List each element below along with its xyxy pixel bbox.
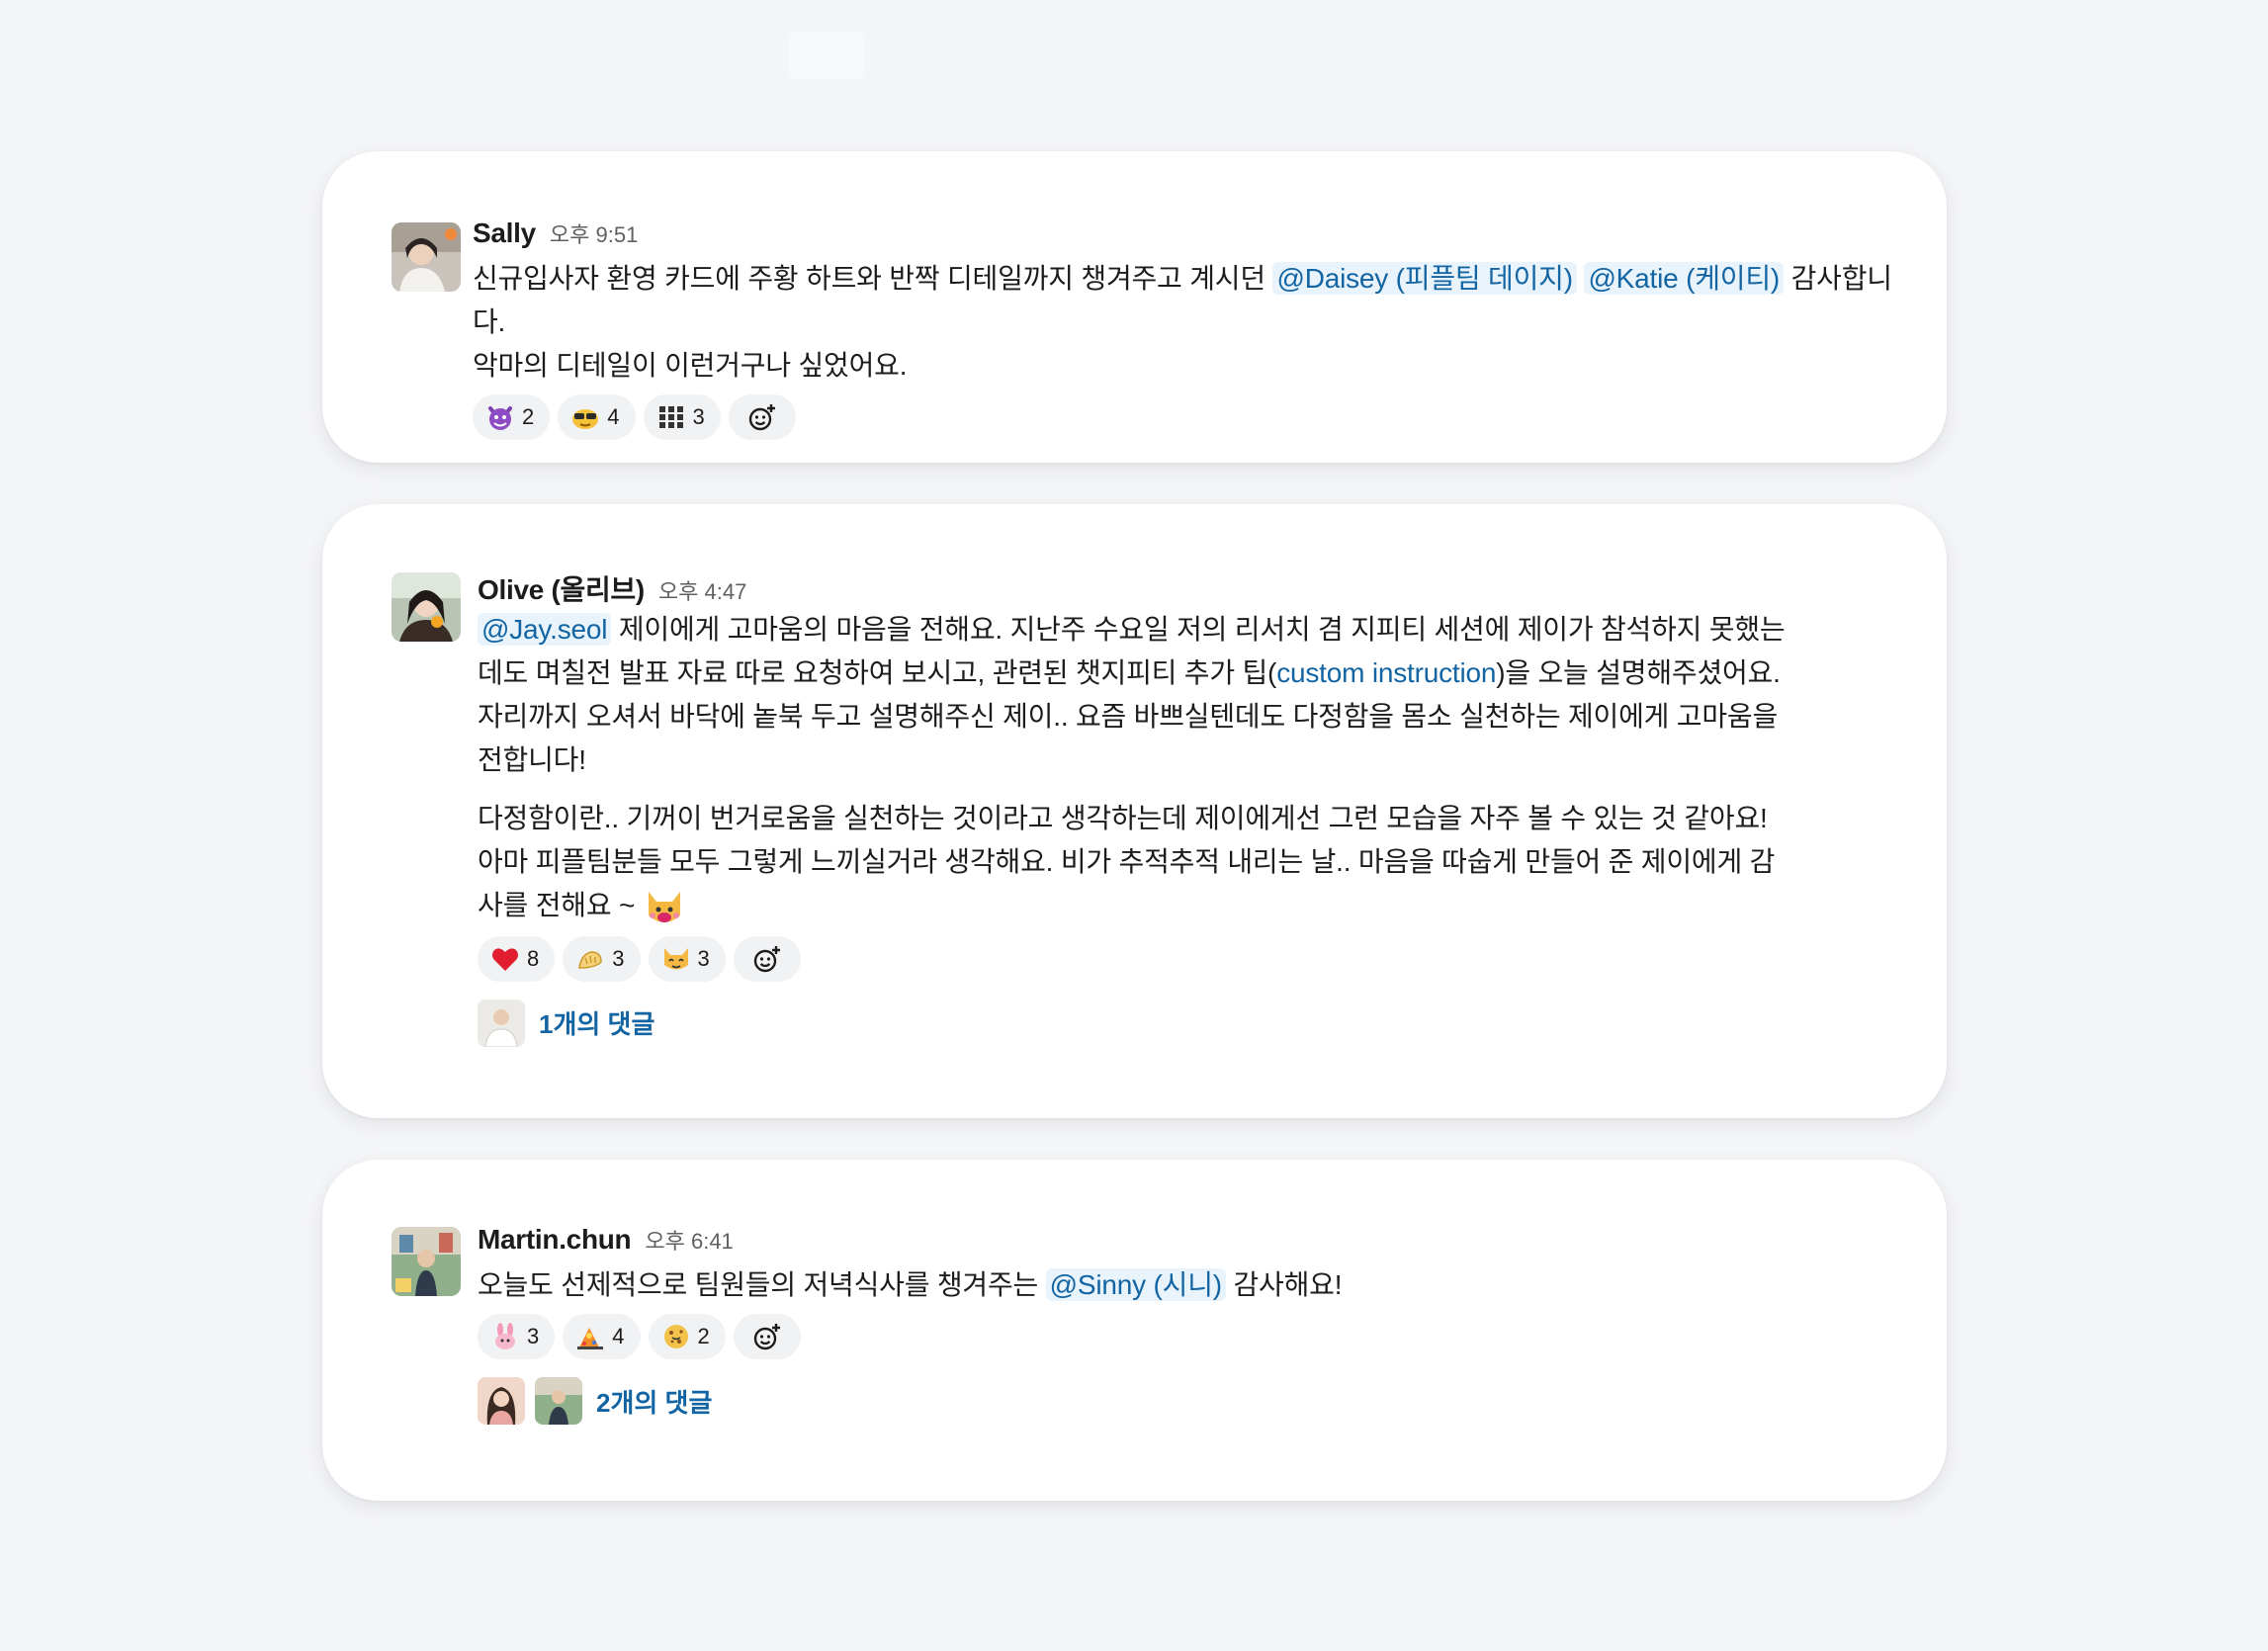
reply-avatar[interactable] — [478, 999, 525, 1047]
reaction-count: 4 — [612, 1324, 625, 1348]
message-body: 오늘도 선제적으로 팀원들의 저녁식사를 챙겨주는 @Sinny (시니) 감사… — [478, 1263, 1907, 1307]
thread-reply-count[interactable]: 1개의 댓글 — [539, 1004, 654, 1041]
reaction-count: 3 — [697, 945, 710, 971]
reaction-count: 3 — [527, 1324, 540, 1348]
reaction-bow[interactable]: 3 — [563, 935, 641, 982]
mention-jay[interactable]: @Jay.seol — [478, 613, 612, 646]
reaction-bunny[interactable]: 3 — [478, 1314, 556, 1359]
reaction-bar: 2 4 3 — [473, 394, 1907, 440]
reaction-count: 8 — [527, 945, 540, 971]
reaction-cat[interactable]: 3 — [648, 935, 726, 982]
add-reaction-button[interactable] — [733, 1314, 801, 1359]
blushing-cat-icon — [643, 886, 686, 929]
mention-sinny[interactable]: @Sinny (시니) — [1045, 1268, 1226, 1301]
avatar-martin[interactable] — [392, 1227, 461, 1296]
add-emoji-icon — [751, 1321, 783, 1352]
avatar-sally[interactable] — [392, 222, 461, 292]
add-reaction-button[interactable] — [733, 935, 801, 982]
reaction-count: 3 — [612, 945, 625, 971]
reaction-count: 3 — [692, 404, 705, 429]
message-author[interactable]: Olive (올리브) — [478, 568, 645, 608]
reaction-cookie[interactable]: 2 — [648, 1314, 726, 1359]
red-heart-icon — [489, 943, 521, 975]
smiling-devil-icon — [484, 401, 516, 433]
reaction-heart[interactable]: 8 — [478, 935, 556, 982]
avatar-olive[interactable] — [392, 572, 461, 642]
clapping-grid-icon — [655, 401, 687, 433]
reply-avatar[interactable] — [478, 1377, 525, 1425]
message-timestamp[interactable]: 오후 6:41 — [645, 1224, 733, 1256]
custom-instruction-link[interactable]: custom instruction — [1276, 657, 1496, 688]
message-body: 신규입사자 환영 카드에 주황 하트와 반짝 디테일까지 챙겨주고 계시던 @D… — [473, 257, 1907, 388]
cool-sunglasses-icon — [569, 401, 601, 433]
reaction-bar: 3 4 2 — [478, 1314, 1907, 1359]
message-timestamp[interactable]: 오후 4:47 — [658, 574, 746, 606]
reply-avatar[interactable] — [535, 1377, 582, 1425]
message-author[interactable]: Martin.chun — [478, 1224, 632, 1256]
thread-replies[interactable]: 2개의 댓글 — [478, 1377, 1907, 1425]
message-card: Martin.chun 오후 6:41 오늘도 선제적으로 팀원들의 저녁식사를… — [322, 1160, 1947, 1501]
add-emoji-icon — [751, 943, 783, 975]
reaction-count: 2 — [522, 404, 535, 429]
reaction-count: 2 — [697, 1324, 710, 1348]
bowing-hands-icon — [574, 943, 606, 975]
reaction-bar: 8 3 3 — [478, 935, 1798, 982]
message-timestamp[interactable]: 오후 9:51 — [550, 217, 638, 249]
pink-bunny-icon — [489, 1321, 521, 1352]
message-card: Olive (올리브) 오후 4:47 @Jay.seol 제이에게 고마움의 … — [322, 504, 1947, 1118]
party-cooking-icon — [574, 1321, 606, 1352]
thread-replies[interactable]: 1개의 댓글 — [478, 999, 1798, 1047]
reaction-devil[interactable]: 2 — [473, 394, 551, 440]
thread-reply-count[interactable]: 2개의 댓글 — [596, 1383, 712, 1420]
reaction-clap-grid[interactable]: 3 — [643, 394, 721, 440]
message-author[interactable]: Sally — [473, 217, 536, 249]
add-reaction-button[interactable] — [728, 394, 796, 440]
message-card: Sally 오후 9:51 신규입사자 환영 카드에 주황 하트와 반짝 디테일… — [322, 151, 1947, 463]
mention-katie[interactable]: @Katie (케이티) — [1584, 262, 1785, 295]
reaction-party-cook[interactable]: 4 — [563, 1314, 641, 1359]
reaction-sunglasses[interactable]: 4 — [558, 394, 636, 440]
top-chip — [789, 32, 864, 79]
message-body: @Jay.seol 제이에게 고마움의 마음을 전해요. 지난주 수요일 저의 … — [478, 608, 1798, 929]
message-text: 오늘도 선제적으로 팀원들의 저녁식사를 챙겨주는 — [478, 1269, 1046, 1300]
message-text: 감사해요! — [1225, 1269, 1343, 1300]
reaction-count: 4 — [607, 404, 620, 429]
cookie-face-icon — [660, 1321, 692, 1352]
message-text: 악마의 디테일이 이런거구나 싶었어요. — [473, 350, 908, 381]
mention-daisey[interactable]: @Daisey (피플팀 데이지) — [1272, 262, 1577, 295]
message-text: 신규입사자 환영 카드에 주황 하트와 반짝 디테일까지 챙겨주고 계시던 — [473, 263, 1273, 294]
add-emoji-icon — [746, 401, 778, 433]
happy-cat-icon — [660, 943, 692, 975]
